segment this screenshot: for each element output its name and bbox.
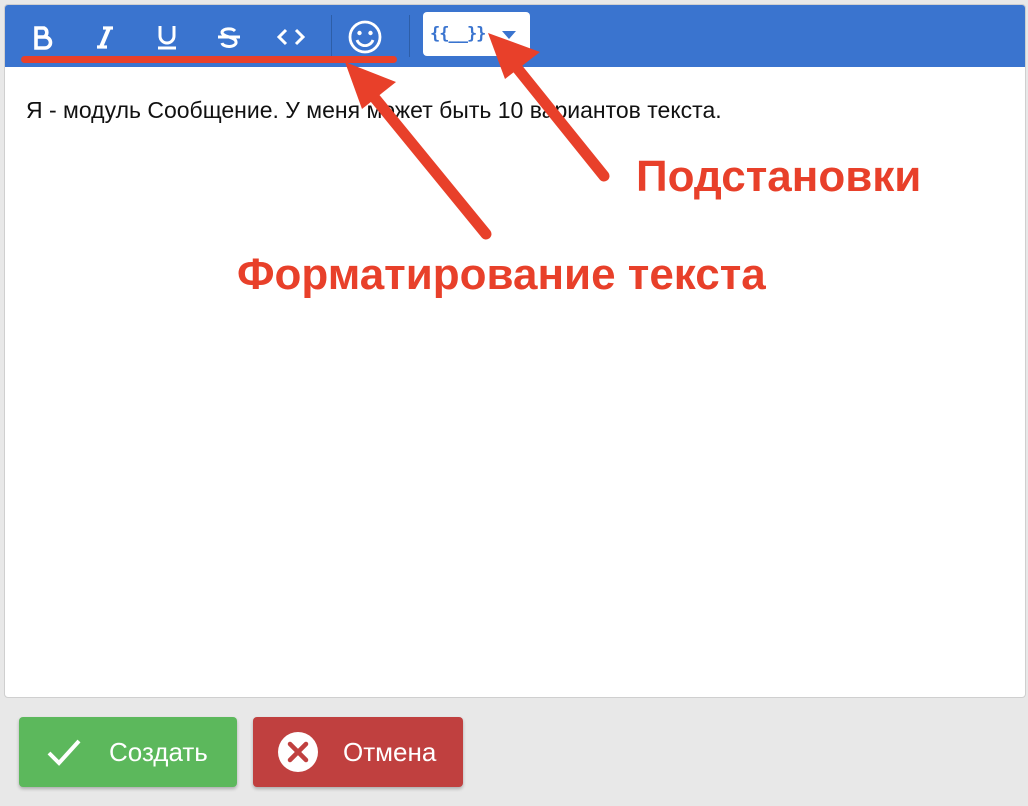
checkmark-icon — [39, 727, 89, 777]
annotation-formatting: Форматирование текста — [237, 250, 766, 299]
arrow-to-substitutions — [503, 52, 610, 182]
create-button[interactable]: Создать — [19, 717, 237, 787]
cancel-button-label: Отмена — [343, 736, 437, 767]
close-circle-icon — [273, 727, 323, 777]
arrow-to-emoji — [359, 80, 492, 240]
cancel-button[interactable]: Отмена — [253, 717, 463, 787]
annotation-substitutions: Подстановки — [636, 152, 922, 201]
arrow-head-emoji — [345, 62, 396, 109]
annotation-arrows — [345, 33, 610, 240]
create-button-label: Создать — [109, 736, 208, 767]
